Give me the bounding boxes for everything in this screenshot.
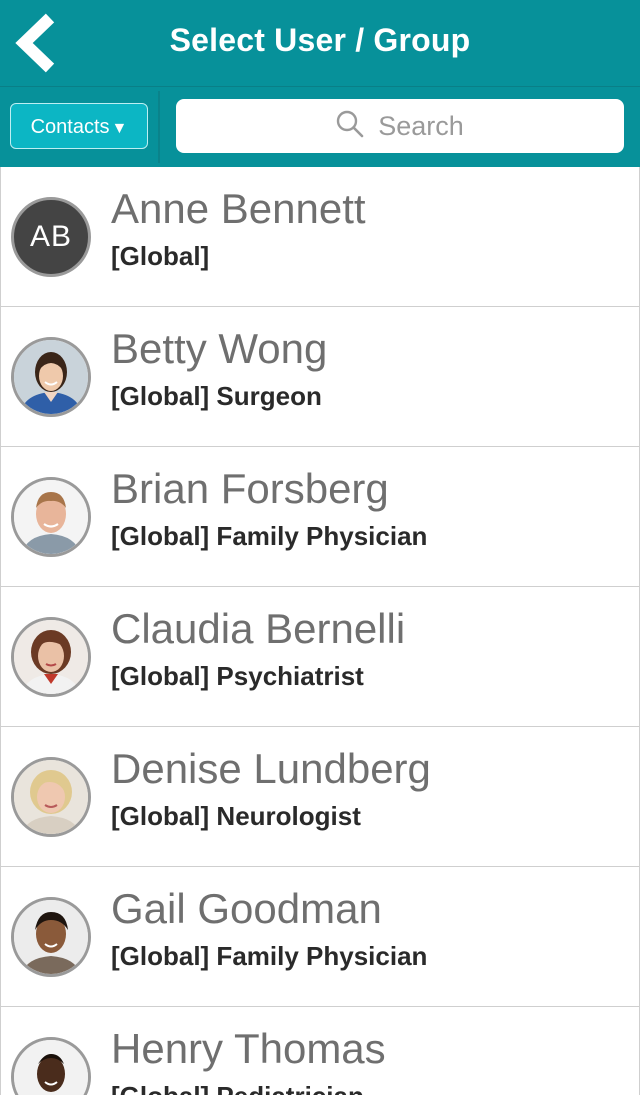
- contact-list: AB Anne Bennett [Global] Betty Wong [Glo…: [0, 167, 640, 1095]
- contact-row[interactable]: Denise Lundberg [Global] Neurologist: [0, 727, 640, 867]
- contact-row[interactable]: Brian Forsberg [Global] Family Physician: [0, 447, 640, 587]
- contact-row[interactable]: AB Anne Bennett [Global]: [0, 167, 640, 307]
- contact-row[interactable]: Claudia Bernelli [Global] Psychiatrist: [0, 587, 640, 727]
- contact-row[interactable]: Gail Goodman [Global] Family Physician: [0, 867, 640, 1007]
- caret-down-icon: ▼: [111, 120, 128, 137]
- avatar: [11, 1037, 91, 1095]
- header-bar: Select User / Group: [0, 0, 640, 87]
- toolbar-divider: [158, 91, 160, 163]
- contact-name: Denise Lundberg: [111, 745, 431, 792]
- contact-role: [Global] Family Physician: [111, 521, 428, 551]
- contact-name: Anne Bennett: [111, 185, 366, 232]
- contact-name: Henry Thomas: [111, 1025, 386, 1072]
- contact-role: [Global]: [111, 241, 210, 271]
- contact-role: [Global] Neurologist: [111, 801, 361, 831]
- contacts-dropdown-label: Contacts: [30, 116, 110, 138]
- avatar: [11, 337, 91, 417]
- contact-role: [Global] Surgeon: [111, 381, 322, 411]
- search-icon: [336, 110, 364, 143]
- contact-role: [Global] Pediatrician: [111, 1081, 364, 1095]
- contacts-dropdown-button[interactable]: Contacts ▼: [10, 103, 148, 149]
- avatar: [11, 617, 91, 697]
- contact-name: Betty Wong: [111, 325, 328, 372]
- contact-name: Brian Forsberg: [111, 465, 389, 512]
- contact-row[interactable]: Henry Thomas [Global] Pediatrician: [0, 1007, 640, 1095]
- select-user-group-screen: Select User / Group Contacts▼ Search AB: [0, 0, 640, 1095]
- page-title: Select User / Group: [169, 22, 471, 58]
- contact-name: Gail Goodman: [111, 885, 382, 932]
- avatar-initials: AB: [29, 220, 73, 253]
- filter-toolbar: Contacts ▼ Search: [0, 87, 640, 167]
- contact-role: [Global] Psychiatrist: [111, 661, 364, 691]
- search-input[interactable]: Search: [176, 99, 624, 153]
- contact-name: Claudia Bernelli: [111, 605, 406, 652]
- avatar: [11, 897, 91, 977]
- contact-role: [Global] Family Physician: [111, 941, 428, 971]
- avatar: [11, 757, 91, 837]
- search-placeholder: Search: [378, 110, 464, 141]
- avatar: AB: [11, 197, 91, 277]
- contact-row[interactable]: Betty Wong [Global] Surgeon: [0, 307, 640, 447]
- avatar: [11, 477, 91, 557]
